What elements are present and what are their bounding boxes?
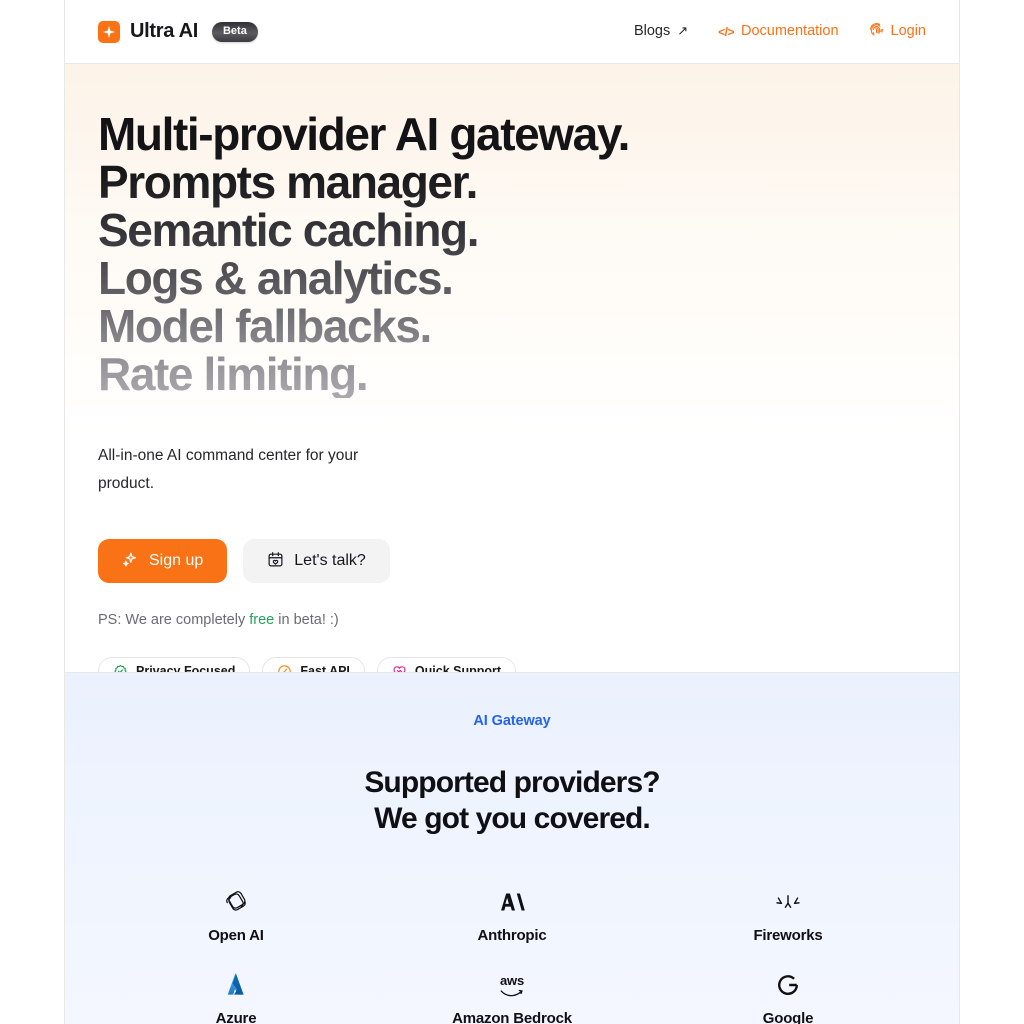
hero-section: Multi-provider AI gateway. Prompts manag… [65,64,959,686]
navbar: Ultra AI Beta Blogs ↗ </> Documentation [65,0,959,64]
brand[interactable]: Ultra AI Beta [98,20,258,43]
provider-azure[interactable]: Azure [98,970,374,1024]
sign-up-button-label: Sign up [149,552,204,569]
ps-note-highlight: free [249,612,275,628]
headline-line-4: Logs & analytics. [98,252,453,304]
anthropic-logo-icon [499,887,525,917]
calendar-heart-icon [267,551,284,572]
aws-wordmark: aws [500,972,524,988]
providers-title-line-1: Supported providers? [364,766,660,799]
nav-link-documentation-label: Documentation [740,23,839,40]
provider-openai[interactable]: Open AI [98,887,374,944]
providers-section: AI Gateway Supported providers? We got y… [65,672,959,1024]
fireworks-logo-icon [774,887,802,917]
aws-logo-icon: aws [500,970,524,1000]
provider-google[interactable]: Google [650,970,926,1024]
provider-fireworks[interactable]: Fireworks [650,887,926,944]
provider-amazon-bedrock-label: Amazon Bedrock [452,1010,572,1024]
nav-link-login-label: Login [890,23,926,40]
brand-name: Ultra AI [130,20,198,42]
headline-line-2: Prompts manager. [98,156,477,208]
provider-fireworks-label: Fireworks [753,927,823,944]
arrow-up-right-icon: ↗ [677,23,689,38]
nav-link-blogs-label: Blogs [633,23,671,40]
sparkles-icon [122,551,139,572]
headline-line-6: Rate limiting. [98,348,368,400]
page-frame: Ultra AI Beta Blogs ↗ </> Documentation [64,0,960,1024]
provider-openai-label: Open AI [208,927,264,944]
google-logo-icon [775,970,801,1000]
provider-grid: Open AI Anthropic Fireworks Azure aws Am… [98,887,926,1024]
hero-subtitle: All-in-one AI command center for your pr… [98,447,359,492]
sign-up-button[interactable]: Sign up [98,539,228,583]
ps-note-prefix: PS: We are completely [98,612,250,628]
providers-section-title: Supported providers? We got you covered. [98,765,926,837]
provider-anthropic-label: Anthropic [477,927,547,944]
openai-logo-icon [223,887,249,917]
headline-line-3: Semantic caching. [98,204,479,256]
code-brackets-icon: </> [718,24,734,39]
ps-note-suffix: in beta! :) [274,612,339,628]
lets-talk-button[interactable]: Let's talk? [243,539,390,583]
sparkle-logo-icon [98,20,120,43]
providers-title-line-2: We got you covered. [374,802,651,835]
lets-talk-button-label: Let's talk? [294,552,366,569]
headline-line-1: Multi-provider AI gateway. [98,108,630,160]
page-title: Multi-provider AI gateway. Prompts manag… [98,110,738,398]
provider-amazon-bedrock[interactable]: aws Amazon Bedrock [374,970,650,1024]
beta-badge: Beta [211,21,258,42]
fingerprint-icon [869,22,884,41]
nav-link-login[interactable]: Login [869,22,926,41]
nav-links: Blogs ↗ </> Documentation Login [634,22,926,41]
azure-logo-icon [225,970,247,1000]
section-eyebrow: AI Gateway [473,713,551,729]
provider-azure-label: Azure [215,1010,257,1024]
nav-link-documentation[interactable]: </> Documentation [718,24,838,39]
hero-cta-row: Sign up Let's talk? [98,539,926,583]
headline-line-5: Model fallbacks. [98,300,431,352]
nav-link-blogs[interactable]: Blogs ↗ [634,24,688,39]
provider-google-label: Google [762,1010,814,1024]
ps-note: PS: We are completely free in beta! :) [98,610,926,630]
provider-anthropic[interactable]: Anthropic [374,887,650,944]
